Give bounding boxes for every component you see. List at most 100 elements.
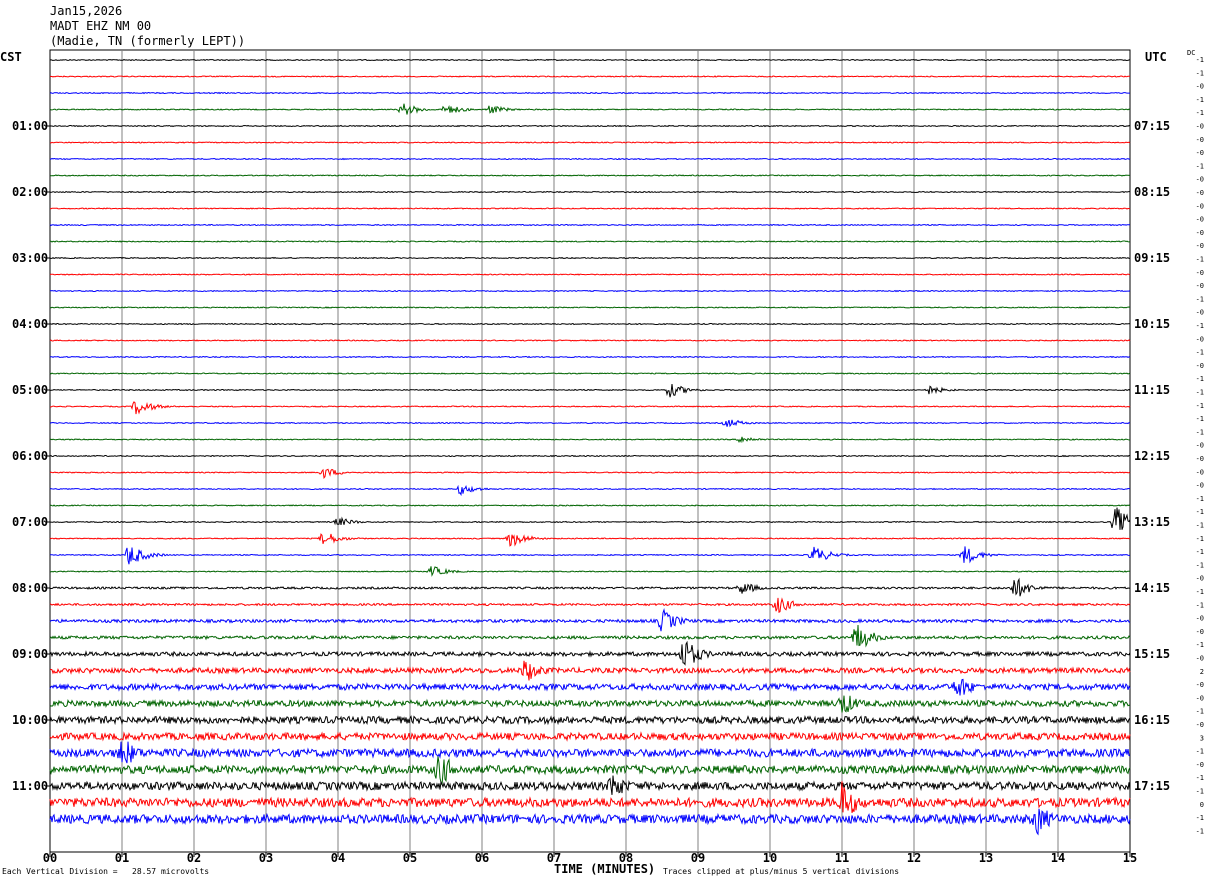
seismic-trace — [49, 504, 1131, 507]
dc-offset-value: -1 — [1196, 561, 1204, 569]
seismic-trace — [49, 808, 1131, 836]
seismic-trace — [49, 141, 1131, 144]
seismic-trace — [49, 355, 1131, 359]
dc-offset-value: -0 — [1196, 216, 1204, 224]
x-tick-label: 00 — [43, 851, 57, 865]
left-hour-label: 08:00 — [12, 581, 48, 595]
seismic-trace — [49, 240, 1131, 243]
dc-offset-value: -0 — [1196, 455, 1204, 463]
dc-offset-value: -0 — [1196, 309, 1204, 317]
x-axis-title: TIME (MINUTES) — [554, 862, 656, 876]
right-hour-label: 16:15 — [1134, 713, 1170, 727]
right-hour-label: 10:15 — [1134, 317, 1170, 331]
dc-offset-value: -0 — [1196, 242, 1204, 250]
dc-offset-value: -0 — [1196, 362, 1204, 370]
dc-offset-value: -0 — [1196, 615, 1204, 623]
dc-offset-value: -0 — [1196, 202, 1204, 210]
right-hour-label: 09:15 — [1134, 251, 1170, 265]
dc-offset-value: -1 — [1196, 256, 1204, 264]
dc-offset-value: -1 — [1196, 588, 1204, 596]
dc-offset-value: 0 — [1200, 801, 1204, 809]
seismic-trace — [49, 273, 1131, 276]
x-tick-label: 04 — [331, 851, 345, 865]
seismic-trace — [49, 91, 1130, 95]
dc-offset-value: -1 — [1196, 402, 1204, 410]
right-hour-label: 11:15 — [1134, 383, 1170, 397]
dc-offset-value: -1 — [1196, 415, 1204, 423]
seismic-trace — [49, 741, 1131, 764]
dc-offset-value: -0 — [1196, 176, 1204, 184]
dc-offset-value: -1 — [1196, 56, 1204, 64]
seismic-trace — [49, 190, 1130, 194]
right-hour-label: 17:15 — [1134, 779, 1170, 793]
right-hour-label: 15:15 — [1134, 647, 1170, 661]
dc-offset-value: -1 — [1196, 109, 1204, 117]
seismic-trace — [49, 58, 1131, 62]
dc-offset-value: -0 — [1196, 468, 1204, 476]
left-hour-label: 01:00 — [12, 119, 48, 133]
x-tick-label: 15 — [1123, 851, 1137, 865]
dc-offset-value: -1 — [1196, 548, 1204, 556]
dc-offset-value: -1 — [1196, 96, 1204, 104]
dc-offset-value: -1 — [1196, 748, 1204, 756]
seismic-trace — [49, 322, 1131, 326]
dc-offset-value: -0 — [1196, 282, 1204, 290]
right-hour-label: 13:15 — [1134, 515, 1170, 529]
dc-offset-value: -1 — [1196, 428, 1204, 436]
dc-offset-value: -1 — [1196, 322, 1204, 330]
dc-offset-value: -0 — [1196, 123, 1204, 131]
seismic-trace — [49, 436, 1131, 444]
seismic-trace — [49, 607, 1131, 632]
x-tick-label: 06 — [475, 851, 489, 865]
x-tick-label: 14 — [1051, 851, 1065, 865]
plot-frame — [49, 49, 1131, 853]
axis-labels: 00 01 02 03 04 05 06 07 08 09 10 11 12 13 14 1501:0002:… — [12, 56, 1204, 865]
x-tick-label: 12 — [907, 851, 921, 865]
x-tick-label: 05 — [403, 851, 417, 865]
x-tick-label: 09 — [691, 851, 705, 865]
seismic-trace — [49, 775, 1131, 795]
seismic-trace — [49, 714, 1131, 726]
seismic-trace — [49, 678, 1131, 696]
left-hour-label: 04:00 — [12, 317, 48, 331]
dc-offset-value: -0 — [1196, 694, 1204, 702]
dc-offset-value: -0 — [1196, 189, 1204, 197]
left-hour-label: 09:00 — [12, 647, 48, 661]
seismic-trace — [49, 223, 1131, 227]
x-tick-label: 01 — [115, 851, 129, 865]
dc-offset-value: -1 — [1196, 601, 1204, 609]
seismic-trace — [49, 640, 1131, 666]
seismic-trace — [49, 339, 1131, 342]
left-hour-label: 02:00 — [12, 185, 48, 199]
left-hour-label: 10:00 — [12, 713, 48, 727]
x-tick-label: 13 — [979, 851, 993, 865]
dc-offset-value: -1 — [1196, 495, 1204, 503]
seismic-trace — [49, 566, 1130, 577]
dc-offset-value: -1 — [1196, 162, 1204, 170]
x-tick-label: 11 — [835, 851, 849, 865]
left-hour-label: 05:00 — [12, 383, 48, 397]
dc-offset-value: -1 — [1196, 535, 1204, 543]
dc-offset-value: -0 — [1196, 655, 1204, 663]
dc-offset-value: -0 — [1196, 269, 1204, 277]
seismic-trace — [49, 103, 1131, 115]
seismic-trace — [49, 624, 1131, 648]
seismic-trace — [49, 256, 1131, 260]
dc-offset-value: -0 — [1196, 149, 1204, 157]
seismic-trace — [49, 157, 1131, 161]
dc-offset-value: -1 — [1196, 827, 1204, 835]
dc-offset-value: -0 — [1196, 229, 1204, 237]
right-hour-label: 14:15 — [1134, 581, 1170, 595]
seismic-trace — [49, 174, 1131, 177]
dc-offset-value: -0 — [1196, 83, 1204, 91]
dc-offset-value: 2 — [1200, 668, 1204, 676]
seismic-trace — [49, 454, 1131, 458]
dc-offset-value: -1 — [1196, 708, 1204, 716]
vertical-scale-note: Each Vertical Division = 28.57 microvolt… — [2, 867, 210, 876]
dc-offset-value: -1 — [1196, 508, 1204, 516]
seismic-trace — [49, 660, 1131, 681]
left-hour-label: 11:00 — [12, 779, 48, 793]
right-hour-label: 07:15 — [1134, 119, 1170, 133]
dc-offset-value: -1 — [1196, 788, 1204, 796]
dc-offset-value: -0 — [1196, 761, 1204, 769]
